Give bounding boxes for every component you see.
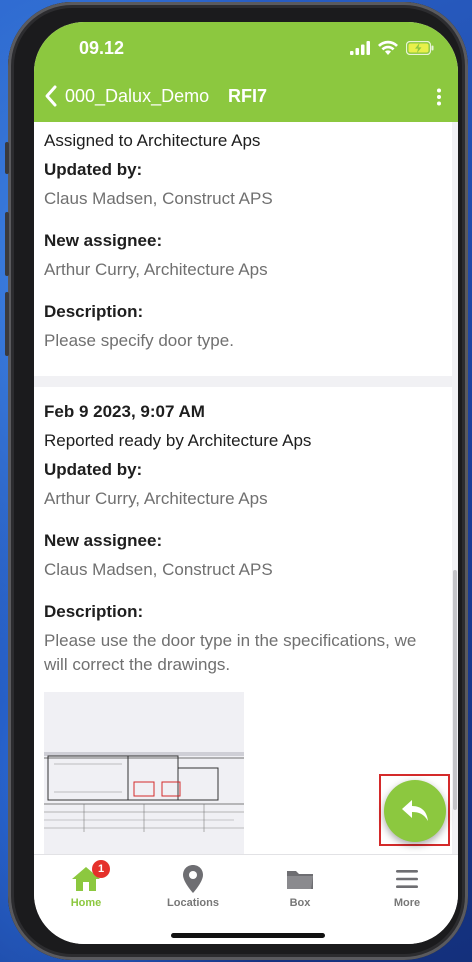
folder-icon xyxy=(287,871,313,889)
history-status-text: Assigned to Architecture Aps xyxy=(44,131,261,150)
status-icons xyxy=(350,40,434,55)
bottom-tab-bar: 1 Home Locations Box More xyxy=(34,854,458,944)
cellular-signal-icon xyxy=(350,40,370,55)
home-indicator xyxy=(171,933,325,938)
tab-label: Home xyxy=(70,897,102,909)
tab-locations[interactable]: Locations xyxy=(153,855,233,925)
tab-label: More xyxy=(393,897,421,909)
tab-more[interactable]: More xyxy=(367,855,447,925)
updated-by-value: Claus Madsen, Construct APS xyxy=(44,189,273,208)
updated-by-label: Updated by: xyxy=(44,160,143,179)
history-date: Feb 9 2023, 9:07 AM xyxy=(44,402,205,421)
history-status-text: Reported ready by Architecture Aps xyxy=(44,431,312,450)
floor-plan-drawing xyxy=(44,752,244,832)
phone-volume-up-button xyxy=(5,212,9,276)
notification-badge: 1 xyxy=(92,860,110,878)
more-options-icon[interactable] xyxy=(436,88,442,106)
phone-screen: 09.12 000_Dalux_Demo RFI7 Assigned to Ar… xyxy=(34,22,458,944)
updated-by-label: Updated by: xyxy=(44,460,143,479)
rfi-title: RFI7 xyxy=(228,86,268,106)
description-label: Description: xyxy=(44,302,144,321)
battery-charging-icon xyxy=(406,40,434,55)
new-assignee-label: New assignee: xyxy=(44,231,163,250)
new-assignee-label: New assignee: xyxy=(44,531,163,550)
tab-box[interactable]: Box xyxy=(260,855,340,925)
phone-volume-down-button xyxy=(5,292,9,356)
reply-button[interactable] xyxy=(384,780,446,842)
new-assignee-value: Arthur Curry, Architecture Aps xyxy=(44,260,268,279)
location-pin-icon xyxy=(183,865,203,893)
wifi-icon xyxy=(378,40,398,55)
tab-label: Box xyxy=(289,897,311,909)
reply-arrow-icon xyxy=(402,800,428,821)
content-scrollbar[interactable] xyxy=(453,570,457,810)
updated-by-value: Arthur Curry, Architecture Aps xyxy=(44,489,268,508)
description-value: Please specify door type. xyxy=(44,331,234,350)
menu-icon xyxy=(396,870,418,888)
description-label: Description: xyxy=(44,602,144,621)
project-title-link[interactable]: 000_Dalux_Demo xyxy=(65,86,209,107)
status-time: 09.12 xyxy=(79,38,125,58)
phone-frame: 09.12 000_Dalux_Demo RFI7 Assigned to Ar… xyxy=(5,2,468,960)
app-header: 09.12 000_Dalux_Demo RFI7 xyxy=(34,22,458,122)
rfi-history-list[interactable]: Assigned to Architecture Aps Updated by:… xyxy=(34,122,458,854)
back-chevron-icon[interactable] xyxy=(42,84,60,108)
drawing-attachment-thumbnail[interactable] xyxy=(44,692,244,854)
new-assignee-value: Claus Madsen, Construct APS xyxy=(44,560,273,579)
history-entry: Assigned to Architecture Aps Updated by:… xyxy=(34,122,452,376)
phone-mute-switch xyxy=(5,142,9,174)
tab-label: Locations xyxy=(167,897,219,909)
description-value: Please use the door type in the specific… xyxy=(44,631,417,674)
tab-home[interactable]: 1 Home xyxy=(46,855,126,925)
